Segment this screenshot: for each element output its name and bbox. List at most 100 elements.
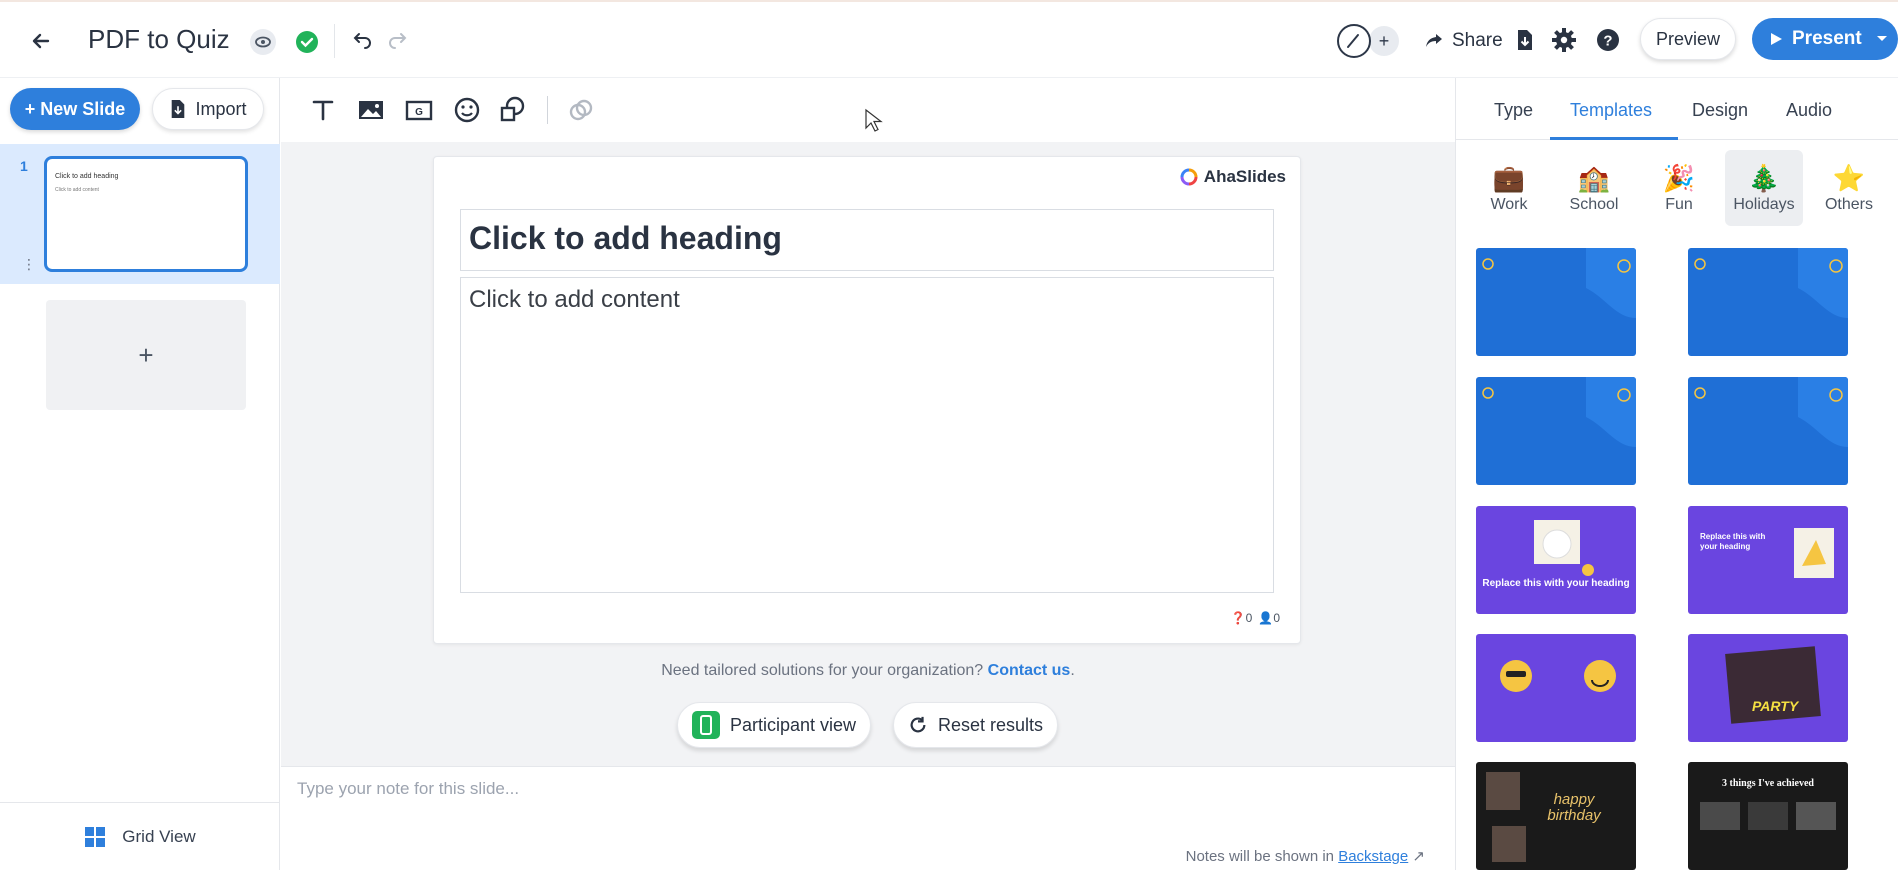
grid-view-label: Grid View <box>122 826 196 846</box>
category-fun[interactable]: 🎉 Fun <box>1640 150 1718 226</box>
question-count: ❓0 <box>1230 611 1253 625</box>
svg-text:?: ? <box>1603 33 1612 50</box>
share-button[interactable]: Share <box>1422 26 1503 56</box>
undo-icon[interactable] <box>350 28 376 54</box>
promo-text: Need tailored solutions for your organiz… <box>661 662 1075 679</box>
header-divider <box>334 24 335 58</box>
template-thumbnail[interactable] <box>1476 634 1636 742</box>
template-thumbnail[interactable] <box>1476 248 1636 356</box>
presentation-title[interactable]: PDF to Quiz <box>88 24 230 55</box>
external-link-icon: ↗ <box>1412 848 1425 865</box>
slide-number: 1 <box>20 158 28 174</box>
properties-panel: Type Templates Design Audio 💼 Work 🏫 Schoo… <box>1455 78 1898 870</box>
help-icon[interactable]: ? <box>1594 26 1622 54</box>
import-button[interactable]: Import <box>152 88 264 130</box>
saved-status-badge <box>296 31 318 53</box>
contact-us-link[interactable]: Contact us <box>988 662 1071 679</box>
back-arrow-icon[interactable] <box>26 26 56 56</box>
template-thumbnail[interactable]: PARTY <box>1688 634 1848 742</box>
template-heading: Replace this with your heading <box>1482 578 1630 589</box>
participant-view-button[interactable]: Participant view <box>677 702 872 748</box>
speaker-notes[interactable]: Type your note for this slide... Notes w… <box>281 766 1455 870</box>
editor-area: G AhaSlides Click to add heading Click t… <box>281 78 1455 766</box>
tab-type[interactable]: Type <box>1494 100 1533 121</box>
reset-icon <box>910 716 926 733</box>
heading-field[interactable]: Click to add heading <box>460 209 1274 271</box>
reset-results-button[interactable]: Reset results <box>893 702 1059 748</box>
slide-list-item[interactable]: 1 ⋮ Click to add heading Click to add co… <box>0 144 280 284</box>
settings-gear-icon[interactable] <box>1550 26 1578 54</box>
christmas-tree-icon: 🎄 <box>1747 163 1781 193</box>
slide-thumbnail[interactable]: Click to add heading Click to add conten… <box>44 156 248 272</box>
category-others[interactable]: ⭐ Others <box>1810 150 1888 226</box>
content-placeholder: Click to add content <box>469 286 680 313</box>
template-party-text: PARTY <box>1752 698 1799 714</box>
participant-count: 👤0 <box>1258 611 1280 625</box>
party-popper-icon: 🎉 <box>1662 163 1696 193</box>
preview-button[interactable]: Preview <box>1640 18 1736 60</box>
chevron-down-icon[interactable] <box>1874 30 1890 46</box>
pen-icon[interactable] <box>1337 24 1371 58</box>
annotate-control[interactable]: + <box>1337 23 1405 58</box>
mouse-cursor-icon <box>865 108 883 132</box>
share-label: Share <box>1452 30 1503 51</box>
heading-placeholder: Click to add heading <box>469 220 782 256</box>
new-slide-button[interactable]: + New Slide <box>10 88 140 130</box>
redo-icon[interactable] <box>384 28 410 54</box>
eye-icon <box>255 36 271 48</box>
present-button[interactable]: Present <box>1752 18 1898 60</box>
template-thumbnail[interactable] <box>1476 377 1636 485</box>
briefcase-icon: 💼 <box>1492 163 1526 193</box>
notes-footer: Notes will be shown in Backstage ↗ <box>1185 848 1425 865</box>
notes-placeholder[interactable]: Type your note for this slide... <box>297 779 519 799</box>
shapes-tool-icon[interactable] <box>497 94 529 126</box>
link-tool-icon <box>569 99 593 121</box>
template-thumbnail[interactable]: 3 things I've achieved <box>1688 762 1848 870</box>
emoji-tool-icon[interactable] <box>451 94 483 126</box>
category-school[interactable]: 🏫 School <box>1555 150 1633 226</box>
person-icon: 👤 <box>1258 611 1274 625</box>
question-icon: ❓ <box>1230 611 1246 625</box>
thumbnail-content: Click to add content <box>55 187 99 193</box>
category-work[interactable]: 💼 Work <box>1470 150 1548 226</box>
checkmark-icon <box>300 37 314 48</box>
category-holidays[interactable]: 🎄 Holidays <box>1725 150 1803 226</box>
brand-name: AhaSlides <box>1203 167 1286 186</box>
slide-canvas: AhaSlides Click to add heading Click to … <box>433 156 1301 644</box>
ahaslides-logo-icon <box>1180 168 1198 186</box>
template-birthday-text: happy birthday <box>1547 791 1601 824</box>
share-icon <box>1426 34 1442 47</box>
brand-logo: AhaSlides <box>1180 167 1286 187</box>
template-thumbnail[interactable] <box>1688 377 1848 485</box>
slide-options-icon[interactable]: ⋮ <box>22 256 36 273</box>
download-file-icon[interactable] <box>1510 26 1538 54</box>
tab-design[interactable]: Design <box>1692 100 1748 121</box>
add-annotation-icon[interactable]: + <box>1369 26 1399 56</box>
backstage-link[interactable]: Backstage <box>1338 848 1408 865</box>
tab-templates[interactable]: Templates <box>1570 100 1652 121</box>
import-label: Import <box>195 98 247 119</box>
school-icon: 🏫 <box>1577 163 1611 193</box>
phone-icon <box>692 711 720 739</box>
template-thumbnail[interactable]: Replace this with your heading <box>1688 506 1848 614</box>
thumbnail-heading: Click to add heading <box>55 173 119 180</box>
slide-list-panel: + New Slide Import 1 ⋮ Click to add head… <box>0 78 280 870</box>
play-icon <box>1771 33 1782 45</box>
grid-view-button[interactable]: Grid View <box>0 802 280 870</box>
grid-icon <box>85 826 106 847</box>
image-tool-icon[interactable] <box>355 94 387 126</box>
template-thumbnail[interactable]: Replace this with your heading <box>1476 506 1636 614</box>
toolbar-divider <box>547 96 548 124</box>
add-slide-button[interactable]: + <box>46 300 246 410</box>
content-field[interactable]: Click to add content <box>460 277 1274 593</box>
tab-audio[interactable]: Audio <box>1786 100 1832 121</box>
active-tab-indicator <box>1550 137 1678 140</box>
import-file-icon <box>172 100 185 118</box>
panel-tabs: Type Templates Design Audio <box>1456 78 1898 140</box>
gif-tool-icon[interactable]: G <box>403 94 435 126</box>
text-tool-icon[interactable] <box>307 94 339 126</box>
template-thumbnail[interactable]: happy birthday <box>1476 762 1636 870</box>
visibility-button[interactable] <box>250 29 276 55</box>
star-icon: ⭐ <box>1832 163 1866 193</box>
template-thumbnail[interactable] <box>1688 248 1848 356</box>
